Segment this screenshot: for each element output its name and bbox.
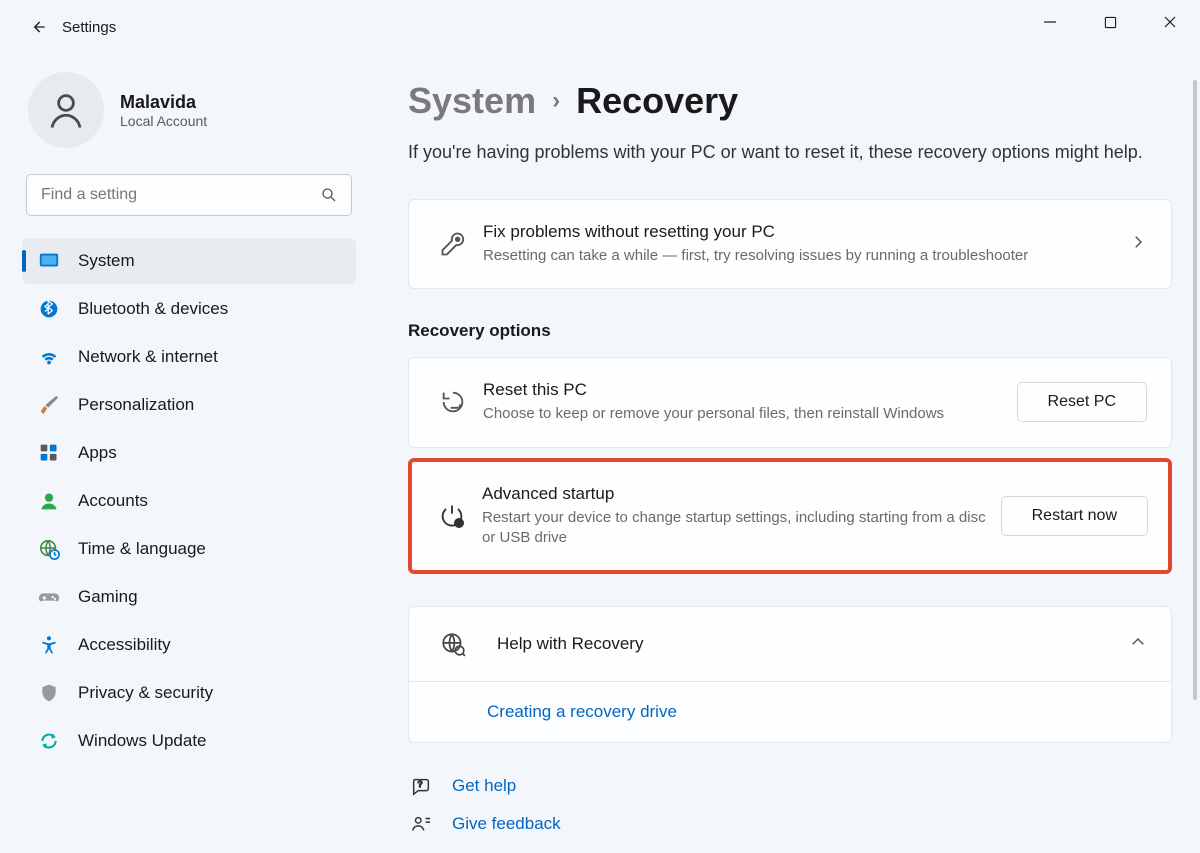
reset-pc-button[interactable]: Reset PC [1017, 382, 1147, 422]
sidebar-item-gaming[interactable]: Gaming [22, 574, 356, 620]
sidebar-item-apps[interactable]: Apps [22, 430, 356, 476]
page-subtitle: If you're having problems with your PC o… [408, 142, 1172, 163]
restart-now-button[interactable]: Restart now [1001, 496, 1148, 536]
close-button[interactable] [1140, 0, 1200, 44]
minimize-button[interactable] [1020, 0, 1080, 44]
apps-icon [38, 442, 60, 464]
chevron-up-icon [1129, 633, 1147, 656]
scrollbar[interactable] [1193, 80, 1197, 700]
help-card: Help with Recovery Creating a recovery d… [408, 606, 1172, 743]
link-text: Get help [452, 776, 516, 796]
app-title: Settings [62, 19, 116, 36]
search-input[interactable] [26, 174, 352, 216]
reset-pc-card: Reset this PC Choose to keep or remove y… [408, 357, 1172, 447]
brush-icon [38, 394, 60, 416]
globe-search-icon [433, 631, 473, 657]
maximize-button[interactable] [1080, 0, 1140, 44]
sidebar-item-label: Personalization [78, 395, 194, 415]
search-wrap [22, 174, 356, 216]
arrow-left-icon [28, 17, 48, 37]
sidebar-item-label: Network & internet [78, 347, 218, 367]
breadcrumb-current: Recovery [576, 80, 738, 122]
card-title: Advanced startup [482, 484, 989, 504]
sidebar-item-network[interactable]: Network & internet [22, 334, 356, 380]
sidebar-item-accessibility[interactable]: Accessibility [22, 622, 356, 668]
help-title: Help with Recovery [473, 634, 643, 654]
accessibility-icon [38, 634, 60, 656]
card-title: Reset this PC [483, 380, 1005, 400]
sidebar-item-label: Accessibility [78, 635, 171, 655]
help-header[interactable]: Help with Recovery [409, 607, 1171, 681]
shield-icon [38, 682, 60, 704]
window-controls [1020, 0, 1200, 44]
power-gear-icon [432, 502, 472, 530]
chevron-right-icon [1129, 233, 1147, 256]
system-icon [38, 250, 60, 272]
card-desc: Resetting can take a while — first, try … [483, 246, 1117, 266]
link-text: Give feedback [452, 814, 561, 834]
close-icon [1163, 15, 1177, 29]
sidebar-item-label: Apps [78, 443, 117, 463]
sidebar-item-personalization[interactable]: Personalization [22, 382, 356, 428]
feedback-icon [408, 813, 434, 835]
user-subtitle: Local Account [120, 113, 207, 129]
sidebar-item-label: System [78, 251, 135, 271]
sidebar-item-bluetooth[interactable]: Bluetooth & devices [22, 286, 356, 332]
sidebar-item-time-language[interactable]: Time & language [22, 526, 356, 572]
give-feedback-link[interactable]: Give feedback [408, 805, 1172, 843]
title-bar: Settings [0, 0, 1200, 54]
breadcrumb-parent[interactable]: System [408, 80, 536, 122]
reset-icon [433, 388, 473, 416]
update-icon [38, 730, 60, 752]
sidebar-item-label: Time & language [78, 539, 206, 559]
sidebar-item-update[interactable]: Windows Update [22, 718, 356, 764]
recovery-options-heading: Recovery options [408, 321, 1172, 341]
back-button[interactable] [18, 7, 58, 47]
advanced-startup-card: Advanced startup Restart your device to … [408, 458, 1172, 575]
sidebar-item-label: Gaming [78, 587, 138, 607]
sidebar-item-label: Bluetooth & devices [78, 299, 228, 319]
card-desc: Restart your device to change startup se… [482, 508, 989, 549]
avatar [28, 72, 104, 148]
help-link-recovery-drive[interactable]: Creating a recovery drive [487, 702, 677, 721]
fix-problems-card[interactable]: Fix problems without resetting your PC R… [408, 199, 1172, 289]
card-desc: Choose to keep or remove your personal f… [483, 404, 1005, 424]
breadcrumb: System › Recovery [408, 80, 1172, 122]
svg-text:?: ? [418, 780, 423, 789]
sidebar-item-privacy[interactable]: Privacy & security [22, 670, 356, 716]
wifi-icon [38, 346, 60, 368]
globe-clock-icon [38, 538, 60, 560]
minimize-icon [1043, 15, 1057, 29]
user-block[interactable]: Malavida Local Account [22, 72, 356, 148]
main-content: System › Recovery If you're having probl… [370, 54, 1200, 853]
nav-list: System Bluetooth & devices Network & int… [22, 238, 356, 764]
user-icon [45, 89, 87, 131]
user-name: Malavida [120, 92, 207, 113]
sidebar-item-label: Windows Update [78, 731, 207, 751]
wrench-icon [433, 230, 473, 258]
chevron-right-icon: › [552, 87, 560, 115]
sidebar: Malavida Local Account System Bluetooth … [0, 54, 370, 853]
bluetooth-icon [38, 298, 60, 320]
get-help-link[interactable]: ? Get help [408, 767, 1172, 805]
help-chat-icon: ? [408, 775, 434, 797]
sidebar-item-system[interactable]: System [22, 238, 356, 284]
sidebar-item-label: Accounts [78, 491, 148, 511]
card-title: Fix problems without resetting your PC [483, 222, 1117, 242]
sidebar-item-accounts[interactable]: Accounts [22, 478, 356, 524]
footer-links: ? Get help Give feedback [408, 767, 1172, 843]
sidebar-item-label: Privacy & security [78, 683, 213, 703]
maximize-icon [1104, 16, 1117, 29]
gamepad-icon [38, 586, 60, 608]
person-icon [38, 490, 60, 512]
